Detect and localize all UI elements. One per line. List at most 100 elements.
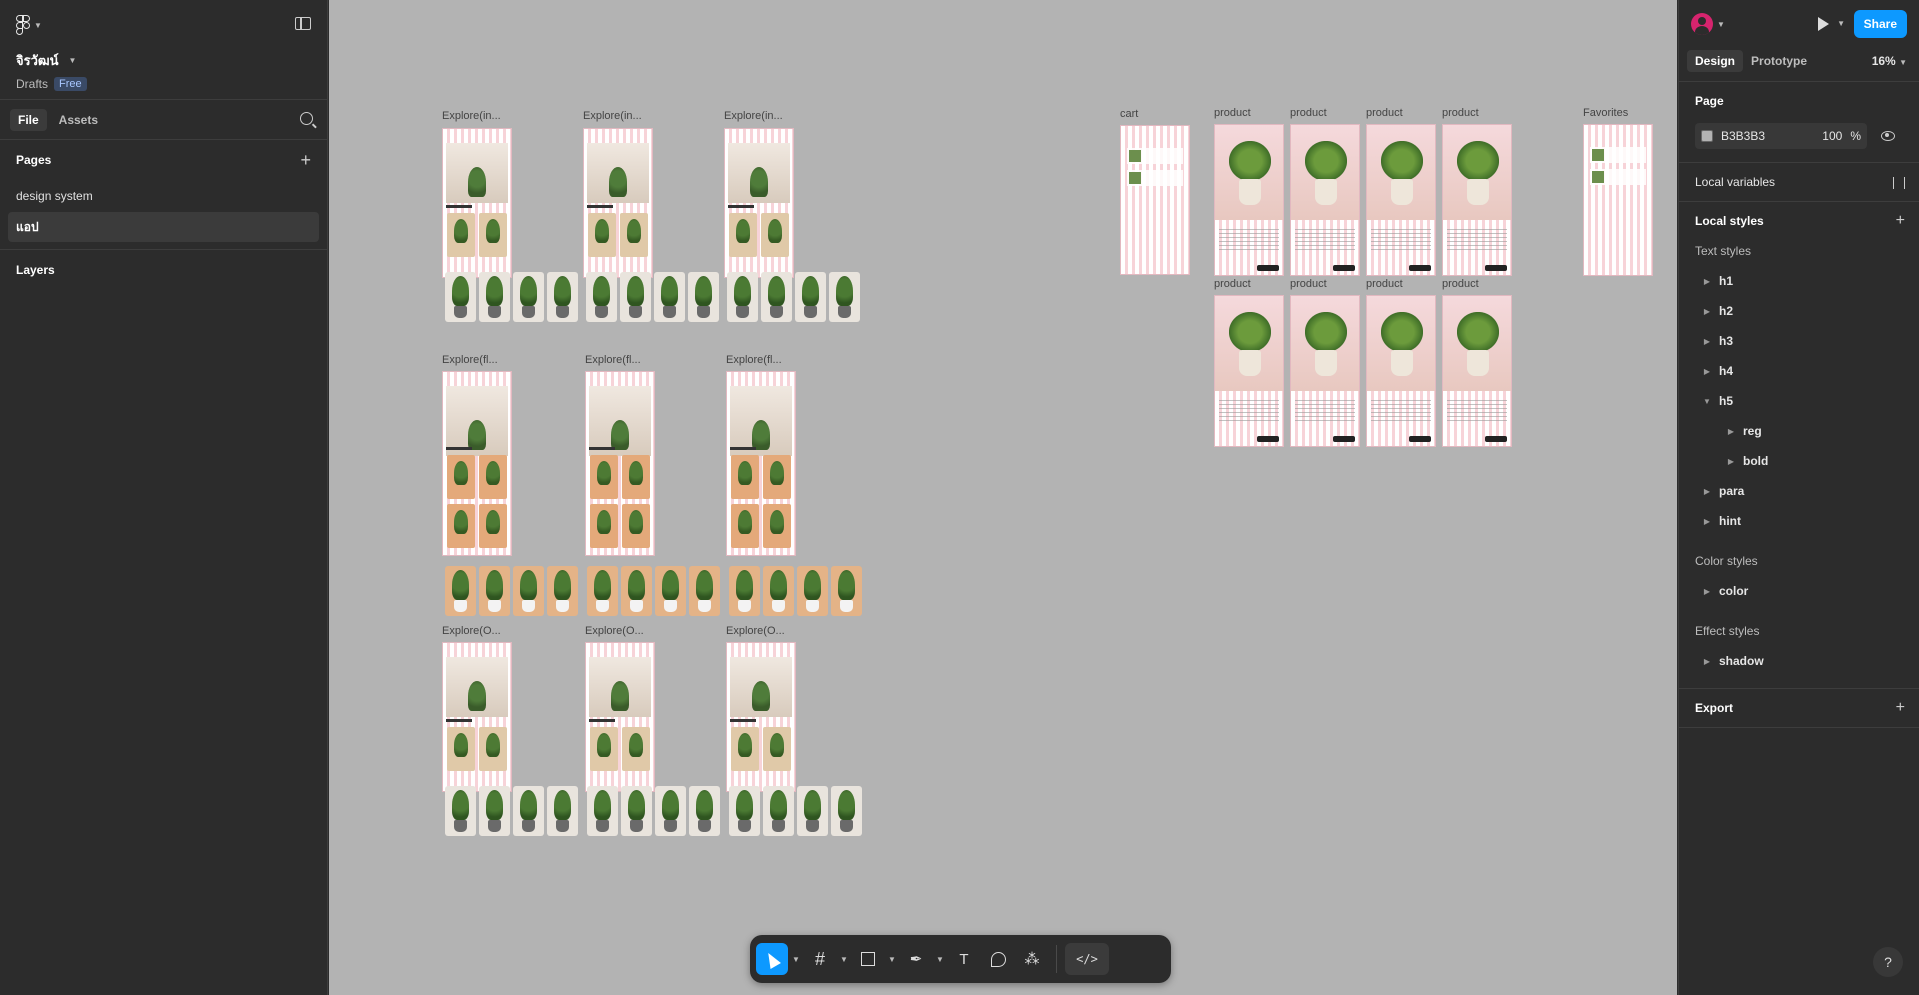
frame-label[interactable]: product	[1290, 107, 1327, 119]
text-style-item[interactable]: ▶ hint	[1695, 506, 1903, 536]
explore-frame[interactable]	[583, 128, 653, 278]
frame-label[interactable]: Explore(in...	[724, 110, 783, 122]
comment-tool-button[interactable]	[982, 943, 1014, 975]
chevron-down-icon[interactable]: ▼	[934, 955, 946, 964]
frame-label[interactable]: product	[1442, 107, 1479, 119]
frame-tool-button[interactable]: #	[804, 943, 836, 975]
effect-style-item[interactable]: ▶ shadow	[1695, 646, 1903, 676]
explore-frame[interactable]	[726, 371, 796, 556]
frame-label[interactable]: Explore(O...	[585, 625, 644, 637]
canvas[interactable]: Explore(in... Explore(in... Explore(in..…	[329, 0, 1677, 995]
frame-label[interactable]: Explore(fl...	[585, 354, 641, 366]
product-frame[interactable]	[1366, 295, 1436, 447]
add-style-icon[interactable]: +	[1896, 212, 1905, 230]
frame-label[interactable]: product	[1214, 278, 1251, 290]
product-strip[interactable]	[586, 272, 719, 322]
move-tool-button[interactable]	[756, 943, 788, 975]
text-style-item[interactable]: ▶ h4	[1695, 356, 1903, 386]
cart-frame[interactable]	[1120, 125, 1190, 275]
drafts-label[interactable]: Drafts	[16, 77, 48, 91]
explore-frame[interactable]	[724, 128, 794, 278]
product-strip[interactable]	[587, 786, 720, 836]
add-page-icon[interactable]: +	[300, 151, 311, 169]
pen-tool-button[interactable]: ✒	[900, 943, 932, 975]
product-frame[interactable]	[1366, 124, 1436, 276]
explore-frame[interactable]	[442, 371, 512, 556]
frame-label[interactable]: Explore(in...	[442, 110, 501, 122]
text-tool-button[interactable]: T	[948, 943, 980, 975]
product-frame[interactable]	[1214, 124, 1284, 276]
actions-tool-button[interactable]: ⁂	[1016, 943, 1048, 975]
page-color-hex[interactable]: B3B3B3	[1721, 129, 1765, 143]
product-frame[interactable]	[1290, 295, 1360, 447]
chevron-down-icon[interactable]: ▼	[1717, 20, 1725, 29]
variables-icon[interactable]	[1893, 177, 1905, 189]
chevron-down-icon[interactable]: ▼	[790, 955, 802, 964]
product-frame[interactable]	[1442, 124, 1512, 276]
frame-label[interactable]: Explore(fl...	[726, 354, 782, 366]
search-icon[interactable]	[300, 112, 313, 125]
product-strip[interactable]	[727, 272, 860, 322]
frame-label[interactable]: product	[1214, 107, 1251, 119]
page-item-design-system[interactable]: design system	[8, 181, 319, 211]
explore-frame[interactable]	[585, 371, 655, 556]
text-style-item[interactable]: ▶ reg	[1695, 416, 1903, 446]
shape-tool-button[interactable]	[852, 943, 884, 975]
file-name[interactable]: จิรวัฒน์	[16, 50, 59, 71]
text-style-item[interactable]: ▶ para	[1695, 476, 1903, 506]
product-strip[interactable]	[729, 566, 862, 616]
plan-badge[interactable]: Free	[54, 77, 87, 91]
color-swatch[interactable]	[1701, 130, 1713, 142]
tab-prototype[interactable]: Prototype	[1743, 50, 1815, 72]
frame-label[interactable]: Explore(in...	[583, 110, 642, 122]
share-button[interactable]: Share	[1853, 10, 1907, 38]
explore-frame[interactable]	[585, 642, 655, 792]
main-menu-button[interactable]: ▼	[16, 14, 311, 36]
page-opacity[interactable]: 100	[1822, 129, 1842, 143]
frame-label[interactable]: product	[1290, 278, 1327, 290]
product-frame[interactable]	[1442, 295, 1512, 447]
chevron-down-icon[interactable]: ▼	[1837, 19, 1845, 28]
avatar[interactable]	[1691, 13, 1713, 35]
frame-label[interactable]: Explore(O...	[442, 625, 501, 637]
text-style-item[interactable]: ▶ h2	[1695, 296, 1903, 326]
add-export-icon[interactable]: +	[1896, 699, 1905, 717]
tab-design[interactable]: Design	[1687, 49, 1744, 72]
chevron-down-icon[interactable]: ▼	[69, 56, 77, 65]
text-style-item[interactable]: ▶ bold	[1695, 446, 1903, 476]
help-button[interactable]: ?	[1873, 947, 1903, 977]
frame-label[interactable]: product	[1442, 278, 1479, 290]
frame-label[interactable]: cart	[1120, 108, 1138, 120]
favorites-frame[interactable]	[1583, 124, 1653, 276]
tab-file[interactable]: File	[10, 108, 47, 131]
product-strip[interactable]	[445, 272, 578, 322]
explore-frame[interactable]	[442, 128, 512, 278]
product-strip[interactable]	[729, 786, 862, 836]
frame-label[interactable]: Explore(O...	[726, 625, 785, 637]
frame-label[interactable]: product	[1366, 107, 1403, 119]
product-strip[interactable]	[445, 786, 578, 836]
tab-assets[interactable]: Assets	[51, 109, 106, 131]
text-style-item[interactable]: ▶ h3	[1695, 326, 1903, 356]
chevron-down-icon[interactable]: ▼	[886, 955, 898, 964]
product-frame[interactable]	[1290, 124, 1360, 276]
page-item-app[interactable]: แอป	[8, 212, 319, 242]
product-strip[interactable]	[587, 566, 720, 616]
product-frame[interactable]	[1214, 295, 1284, 447]
page-color-field[interactable]: B3B3B3 100 %	[1695, 123, 1867, 149]
frame-label[interactable]: product	[1366, 278, 1403, 290]
sidebar-toggle-icon[interactable]	[295, 17, 311, 30]
product-strip[interactable]	[445, 566, 578, 616]
color-style-item[interactable]: ▶ color	[1695, 576, 1903, 606]
local-variables-section[interactable]: Local variables	[1679, 163, 1919, 202]
file-name-row[interactable]: จิรวัฒน์ ▼	[16, 50, 311, 71]
explore-frame[interactable]	[442, 642, 512, 792]
zoom-level[interactable]: 16% ▼	[1872, 54, 1907, 68]
text-style-item[interactable]: ▼ h5	[1695, 386, 1903, 416]
frame-label[interactable]: Favorites	[1583, 107, 1628, 119]
text-style-item[interactable]: ▶ h1	[1695, 266, 1903, 296]
frame-label[interactable]: Explore(fl...	[442, 354, 498, 366]
dev-mode-toggle[interactable]: </>	[1065, 943, 1109, 975]
present-play-icon[interactable]	[1818, 17, 1829, 31]
chevron-down-icon[interactable]: ▼	[838, 955, 850, 964]
